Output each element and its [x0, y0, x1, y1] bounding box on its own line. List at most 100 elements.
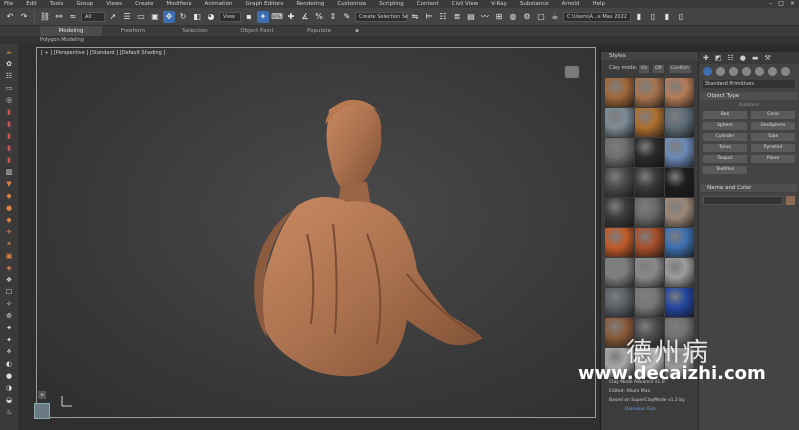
category-dropdown[interactable]: Standard Primitives — [703, 80, 795, 88]
menu-item-help[interactable]: Help — [592, 1, 605, 7]
material-swatch[interactable] — [635, 108, 664, 137]
placement-icon[interactable]: ◕ — [205, 11, 217, 23]
tool-y-icon[interactable]: ◒ — [4, 395, 15, 404]
tool-o-icon[interactable]: ❖ — [4, 275, 15, 284]
selection-filter-dropdown[interactable]: All — [81, 11, 105, 22]
menu-item-views[interactable]: Views — [106, 1, 122, 7]
viewcube-icon[interactable] — [565, 66, 579, 78]
tool-s-icon[interactable]: ✦ — [4, 323, 15, 332]
pyramid-button[interactable]: Pyramid — [751, 144, 795, 152]
modify-tab-icon[interactable]: ◩ — [715, 54, 722, 62]
select-scale-icon[interactable]: ◧ — [191, 11, 203, 23]
tool-z-icon[interactable]: ♨ — [4, 407, 15, 416]
name-and-color-rollout[interactable]: Name and Color — [701, 184, 797, 192]
tool-b-icon[interactable]: ▮ — [4, 119, 15, 128]
select-object-icon[interactable]: ➚ — [107, 11, 119, 23]
utilities-tab-icon[interactable]: ⚒ — [765, 54, 771, 62]
display-tab-icon[interactable]: ▬ — [752, 54, 759, 62]
viewport-label[interactable]: [ + ] [Perspective ] [Standard ] [Defaul… — [41, 50, 165, 56]
viewport-icon[interactable]: ◎ — [4, 95, 15, 104]
curve-editor-icon[interactable]: 〰 — [479, 11, 491, 23]
tab-populate[interactable]: Populate — [288, 26, 350, 36]
tool-c-icon[interactable]: ▮ — [4, 131, 15, 140]
schematic-view-icon[interactable]: ⊞ — [493, 11, 505, 23]
material-swatch[interactable] — [635, 138, 664, 167]
sphere-button[interactable]: Sphere — [703, 122, 747, 130]
render-production-icon[interactable]: ☕ — [549, 11, 561, 23]
material-swatch[interactable] — [605, 78, 634, 107]
material-swatch[interactable] — [605, 168, 634, 197]
clay-mode-off-button[interactable]: Off — [653, 65, 664, 73]
menu-item-customize[interactable]: Customize — [337, 1, 366, 7]
window-crossing-icon[interactable]: ▣ — [149, 11, 161, 23]
modify-icon[interactable]: ✿ — [4, 59, 15, 68]
material-swatch[interactable] — [665, 138, 694, 167]
teapot-button[interactable]: Teapot — [703, 155, 747, 163]
tool-u-icon[interactable]: ⚘ — [4, 347, 15, 356]
object-color-swatch[interactable] — [786, 196, 795, 205]
tool-x-icon[interactable]: ◑ — [4, 383, 15, 392]
scene-explorer-icon[interactable]: ☷ — [437, 11, 449, 23]
box-button[interactable]: Box — [703, 111, 747, 119]
project-folder-icon[interactable]: ▮ — [633, 11, 645, 23]
material-swatch[interactable] — [665, 78, 694, 107]
lights-icon[interactable] — [729, 66, 738, 76]
snaps-toggle-icon[interactable]: ✚ — [285, 11, 297, 23]
undo-icon[interactable]: ↶ — [4, 11, 16, 23]
tab-freeform[interactable]: Freeform — [102, 26, 164, 36]
tab-modeling[interactable]: Modeling — [40, 26, 102, 36]
motion-tab-icon[interactable]: ● — [740, 54, 746, 62]
ribbon-options-icon[interactable]: ▪ — [350, 26, 364, 36]
menu-item-edit[interactable]: Edit — [26, 1, 37, 7]
tool-a-icon[interactable]: ▮ — [4, 107, 15, 116]
menu-item-animation[interactable]: Animation — [205, 1, 233, 7]
cameras-icon[interactable] — [742, 66, 751, 76]
menu-item-file[interactable]: File — [4, 1, 13, 7]
bind-spacewarp-icon[interactable]: ≈ — [67, 11, 79, 23]
autogrid-checkbox[interactable]: AutoGrid — [699, 103, 799, 108]
material-swatch[interactable] — [635, 258, 664, 287]
clay-mode-on-button[interactable]: On — [639, 65, 650, 73]
minimize-icon[interactable]: – — [769, 0, 772, 8]
spinner-snap-icon[interactable]: ⇕ — [327, 11, 339, 23]
material-swatch[interactable] — [665, 258, 694, 287]
material-swatch[interactable] — [605, 228, 634, 257]
perspective-viewport[interactable]: [ + ] [Perspective ] [Standard ] [Defaul… — [36, 47, 596, 418]
material-swatch[interactable] — [605, 258, 634, 287]
create-tab-icon[interactable]: ✚ — [703, 54, 709, 62]
sculpture-bust[interactable] — [237, 94, 497, 394]
tool-q-icon[interactable]: ✧ — [4, 299, 15, 308]
material-swatch[interactable] — [605, 108, 634, 137]
extra-tool-2-icon[interactable]: ▯ — [675, 11, 687, 23]
maximize-icon[interactable]: □ — [778, 0, 784, 8]
clay-mode-confirm-button[interactable]: Confirm — [669, 65, 691, 73]
object-name-field[interactable] — [703, 196, 783, 205]
plane-button[interactable]: Plane — [751, 155, 795, 163]
menu-item-modifiers[interactable]: Modifiers — [166, 1, 191, 7]
align-icon[interactable]: ⊨ — [423, 11, 435, 23]
select-move-icon[interactable]: ✥ — [163, 10, 175, 23]
named-selection-dropdown[interactable]: Create Selection Se — [355, 11, 408, 22]
redo-icon[interactable]: ↷ — [18, 11, 30, 23]
reference-coordinate-dropdown[interactable]: View — [219, 11, 241, 22]
geometry-icon[interactable] — [703, 66, 712, 76]
object-type-rollout[interactable]: Object Type — [701, 92, 797, 100]
percent-snap-icon[interactable]: % — [313, 11, 325, 23]
menu-item-content[interactable]: Content — [417, 1, 439, 7]
keyboard-shortcut-icon[interactable]: ⌨ — [271, 11, 283, 23]
workspace-path-dropdown[interactable]: C:\Users\A...e Max 2022 — [563, 11, 631, 22]
hierarchy-tab-icon[interactable]: ☷ — [728, 54, 734, 62]
menu-item-rendering[interactable]: Rendering — [296, 1, 324, 7]
tool-e-icon[interactable]: ▮ — [4, 155, 15, 164]
ribbon-panel-label[interactable]: Polygon Modeling — [0, 36, 799, 44]
material-swatch[interactable] — [635, 288, 664, 317]
select-rotate-icon[interactable]: ↻ — [177, 11, 189, 23]
tool-k-icon[interactable]: ✈ — [4, 227, 15, 236]
tool-t-icon[interactable]: ✦ — [4, 335, 15, 344]
material-swatch[interactable] — [605, 198, 634, 227]
tool-g-icon[interactable]: ▼ — [4, 179, 15, 188]
material-swatch[interactable] — [665, 198, 694, 227]
tool-i-icon[interactable]: ● — [4, 203, 15, 212]
tool-l-icon[interactable]: ✶ — [4, 239, 15, 248]
select-by-name-icon[interactable]: ☰ — [121, 11, 133, 23]
